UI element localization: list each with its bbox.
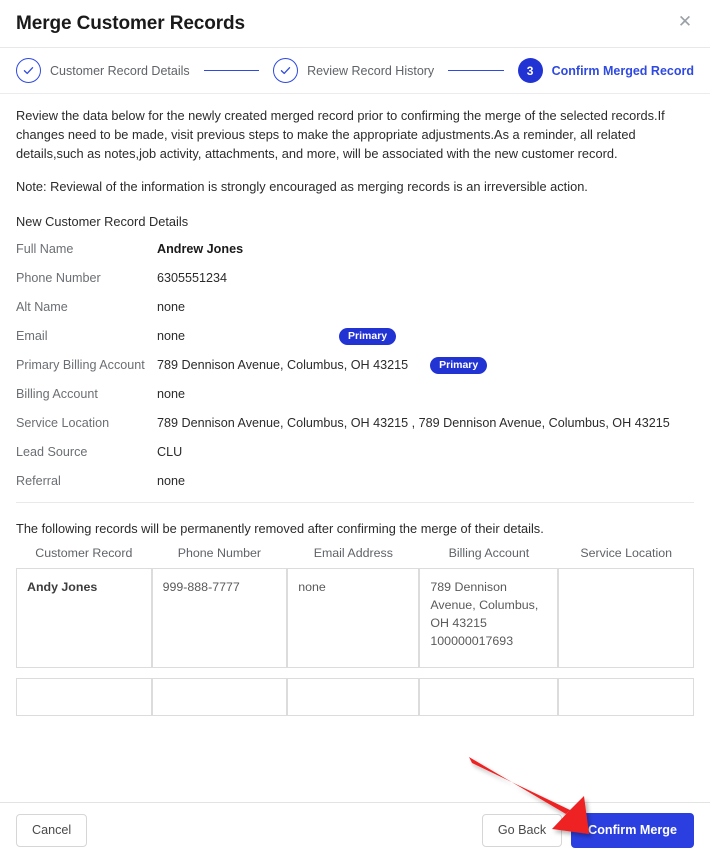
modal-footer: Cancel Go Back Confirm Merge — [0, 802, 710, 858]
stepper: Customer Record Details Review Record Hi… — [0, 48, 710, 94]
cell-billing-account: 789 Dennison Avenue, Columbus, OH 43215 … — [419, 568, 559, 668]
detail-row-alt-name: Alt Name none — [16, 299, 694, 316]
step-label-1: Customer Record Details — [50, 63, 190, 78]
page-title: Merge Customer Records — [16, 12, 246, 34]
detail-label: Email — [16, 329, 48, 343]
table-row[interactable] — [16, 678, 694, 716]
column-header-service-location: Service Location — [580, 546, 672, 560]
detail-label: Referral — [16, 474, 61, 488]
cancel-button[interactable]: Cancel — [16, 814, 88, 847]
cell-service-location — [558, 678, 694, 716]
column-header-email-address: Email Address — [313, 546, 393, 560]
removed-records-table: Customer Record Phone Number Email Addre… — [16, 546, 694, 716]
column-header-customer-record: Customer Record — [35, 546, 133, 560]
detail-label: Service Location — [16, 416, 110, 430]
step-review-record-history[interactable]: Review Record History — [273, 58, 434, 83]
modal-header: Merge Customer Records ✕ — [0, 0, 710, 48]
confirm-merge-button[interactable]: Confirm Merge — [571, 813, 694, 848]
cell-email-address: none — [287, 568, 420, 668]
cell-customer-record — [16, 678, 152, 716]
status-badge-primary-email: Primary — [339, 328, 397, 345]
merge-customer-records-modal: Merge Customer Records ✕ Customer Record… — [0, 0, 710, 858]
check-circle-icon — [16, 58, 41, 83]
detail-row-referral: Referral none — [16, 473, 694, 490]
table-header-row: Customer Record Phone Number Email Addre… — [16, 546, 694, 568]
status-badge-primary-billing: Primary — [430, 357, 488, 374]
go-back-button[interactable]: Go Back — [481, 814, 563, 847]
detail-row-lead-source: Lead Source CLU — [16, 444, 694, 461]
detail-value: none — [157, 474, 186, 488]
detail-label: Full Name — [16, 242, 74, 256]
detail-value: none — [157, 300, 186, 314]
section-heading-new-record: New Customer Record Details — [16, 214, 189, 229]
detail-row-full-name: Full Name Andrew Jones — [16, 241, 694, 258]
note-paragraph: Note: Reviewal of the information is str… — [16, 179, 588, 194]
cell-billing-account — [419, 678, 559, 716]
check-circle-icon — [273, 58, 299, 83]
detail-label: Billing Account — [16, 387, 98, 401]
table-row-spacer — [16, 668, 694, 678]
column-header-billing-account: Billing Account — [448, 546, 530, 560]
cell-service-location — [558, 568, 694, 668]
step-number-badge: 3 — [517, 58, 543, 83]
modal-body: Review the data below for the newly crea… — [0, 94, 710, 716]
detail-label: Alt Name — [16, 300, 68, 314]
footer-actions: Go Back Confirm Merge — [481, 813, 694, 848]
detail-value: none — [157, 387, 186, 401]
detail-row-billing-account: Billing Account none — [16, 386, 694, 403]
step-label-3: Confirm Merged Record — [551, 63, 694, 78]
detail-value: CLU — [157, 445, 183, 459]
cell-email-address — [287, 678, 420, 716]
detail-value: Andrew Jones — [157, 242, 244, 256]
table-row[interactable]: Andy Jones 999-888-7777 none 789 Denniso… — [16, 568, 694, 668]
detail-label: Lead Source — [16, 445, 88, 459]
detail-row-service-location: Service Location 789 Dennison Avenue, Co… — [16, 415, 694, 432]
detail-label: Phone Number — [16, 271, 101, 285]
detail-value: 789 Dennison Avenue, Columbus, OH 43215 … — [157, 416, 670, 430]
step-label-2: Review Record History — [307, 63, 435, 78]
detail-row-primary-billing-account: Primary Billing Account 789 Dennison Ave… — [16, 357, 694, 374]
close-icon[interactable]: ✕ — [672, 8, 698, 34]
detail-row-email: Email none Primary — [16, 328, 694, 345]
step-connector-1 — [203, 69, 260, 72]
intro-paragraph: Review the data below for the newly crea… — [16, 108, 665, 161]
section-divider — [16, 502, 694, 503]
cell-customer-record: Andy Jones — [16, 568, 152, 668]
new-record-details-list: Full Name Andrew Jones Phone Number 6305… — [16, 241, 694, 490]
detail-row-phone-number: Phone Number 6305551234 — [16, 270, 694, 287]
detail-label: Primary Billing Account — [16, 358, 145, 372]
cell-phone-number: 999-888-7777 — [151, 568, 288, 668]
step-connector-2 — [448, 69, 504, 72]
column-header-phone-number: Phone Number — [177, 546, 262, 560]
step-confirm-merged-record[interactable]: 3 Confirm Merged Record — [517, 58, 694, 83]
cell-phone-number — [151, 678, 288, 716]
removed-records-caption: The following records will be permanentl… — [16, 521, 544, 536]
detail-value: 789 Dennison Avenue, Columbus, OH 43215 — [157, 358, 409, 372]
detail-value: 6305551234 — [157, 271, 228, 285]
step-customer-record-details[interactable]: Customer Record Details — [16, 58, 190, 83]
detail-value: none — [157, 329, 186, 343]
